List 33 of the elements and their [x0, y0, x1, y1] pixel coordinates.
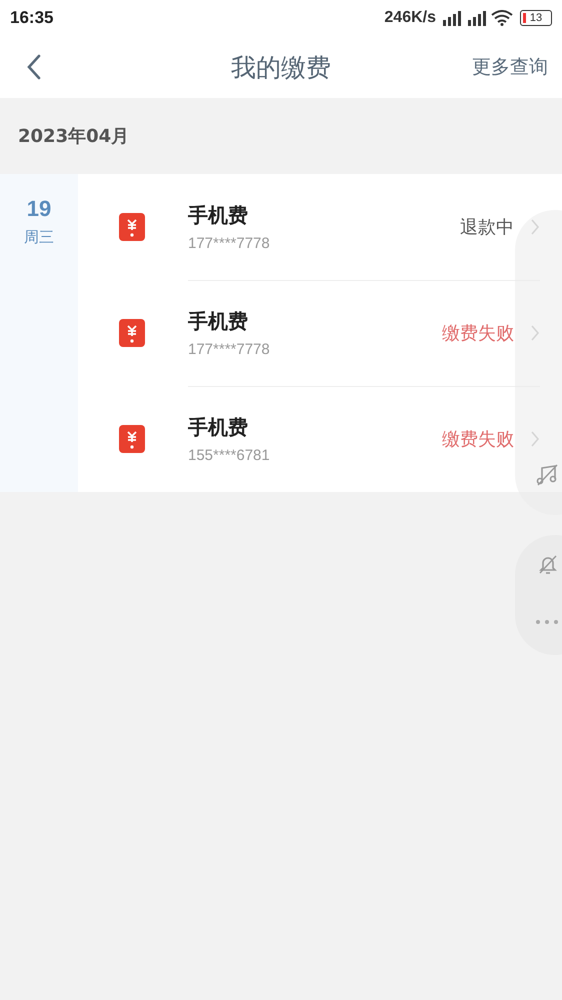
- day-number: 19: [26, 196, 52, 222]
- bill-name: 手机费: [188, 202, 249, 229]
- bill-name: 手机费: [188, 308, 249, 335]
- payment-status: 缴费失败: [442, 322, 514, 345]
- payment-status: 退款中: [460, 216, 514, 239]
- signal-icon: [441, 10, 463, 26]
- phone-number: 177****7778: [188, 235, 271, 252]
- more-icon[interactable]: [535, 619, 559, 625]
- month-header: 2023年04月: [17, 125, 130, 149]
- payment-row[interactable]: 手机费 155****6781 缴费失败: [78, 386, 540, 492]
- weekday: 周三: [24, 228, 54, 247]
- yen-bill-icon: [118, 318, 146, 348]
- muted-bell-icon[interactable]: [537, 553, 559, 577]
- bill-name: 手机费: [188, 414, 249, 441]
- more-query-link[interactable]: 更多查询: [472, 54, 548, 80]
- wifi-icon: [491, 10, 513, 26]
- phone-number: 155****6781: [188, 447, 271, 464]
- chevron-icon: [530, 430, 540, 448]
- payment-status: 缴费失败: [442, 428, 514, 451]
- payment-row[interactable]: 手机费 177****7778 缴费失败: [78, 280, 540, 386]
- yen-bill-icon: [118, 424, 146, 454]
- chevron-icon: [530, 218, 540, 236]
- phone-number: 177****7778: [188, 341, 271, 358]
- payment-row[interactable]: 手机费 177****7778 退款中: [78, 174, 540, 280]
- back-icon[interactable]: [26, 54, 42, 80]
- signal-icon: [466, 10, 488, 26]
- battery-icon: 13: [520, 10, 552, 26]
- music-note-icon[interactable]: [535, 463, 559, 487]
- page-title: 我的缴费: [231, 52, 331, 84]
- yen-bill-icon: [118, 212, 146, 242]
- status-time: 16:35: [10, 8, 54, 28]
- network-speed: 246K/s: [384, 9, 436, 27]
- chevron-icon: [530, 324, 540, 342]
